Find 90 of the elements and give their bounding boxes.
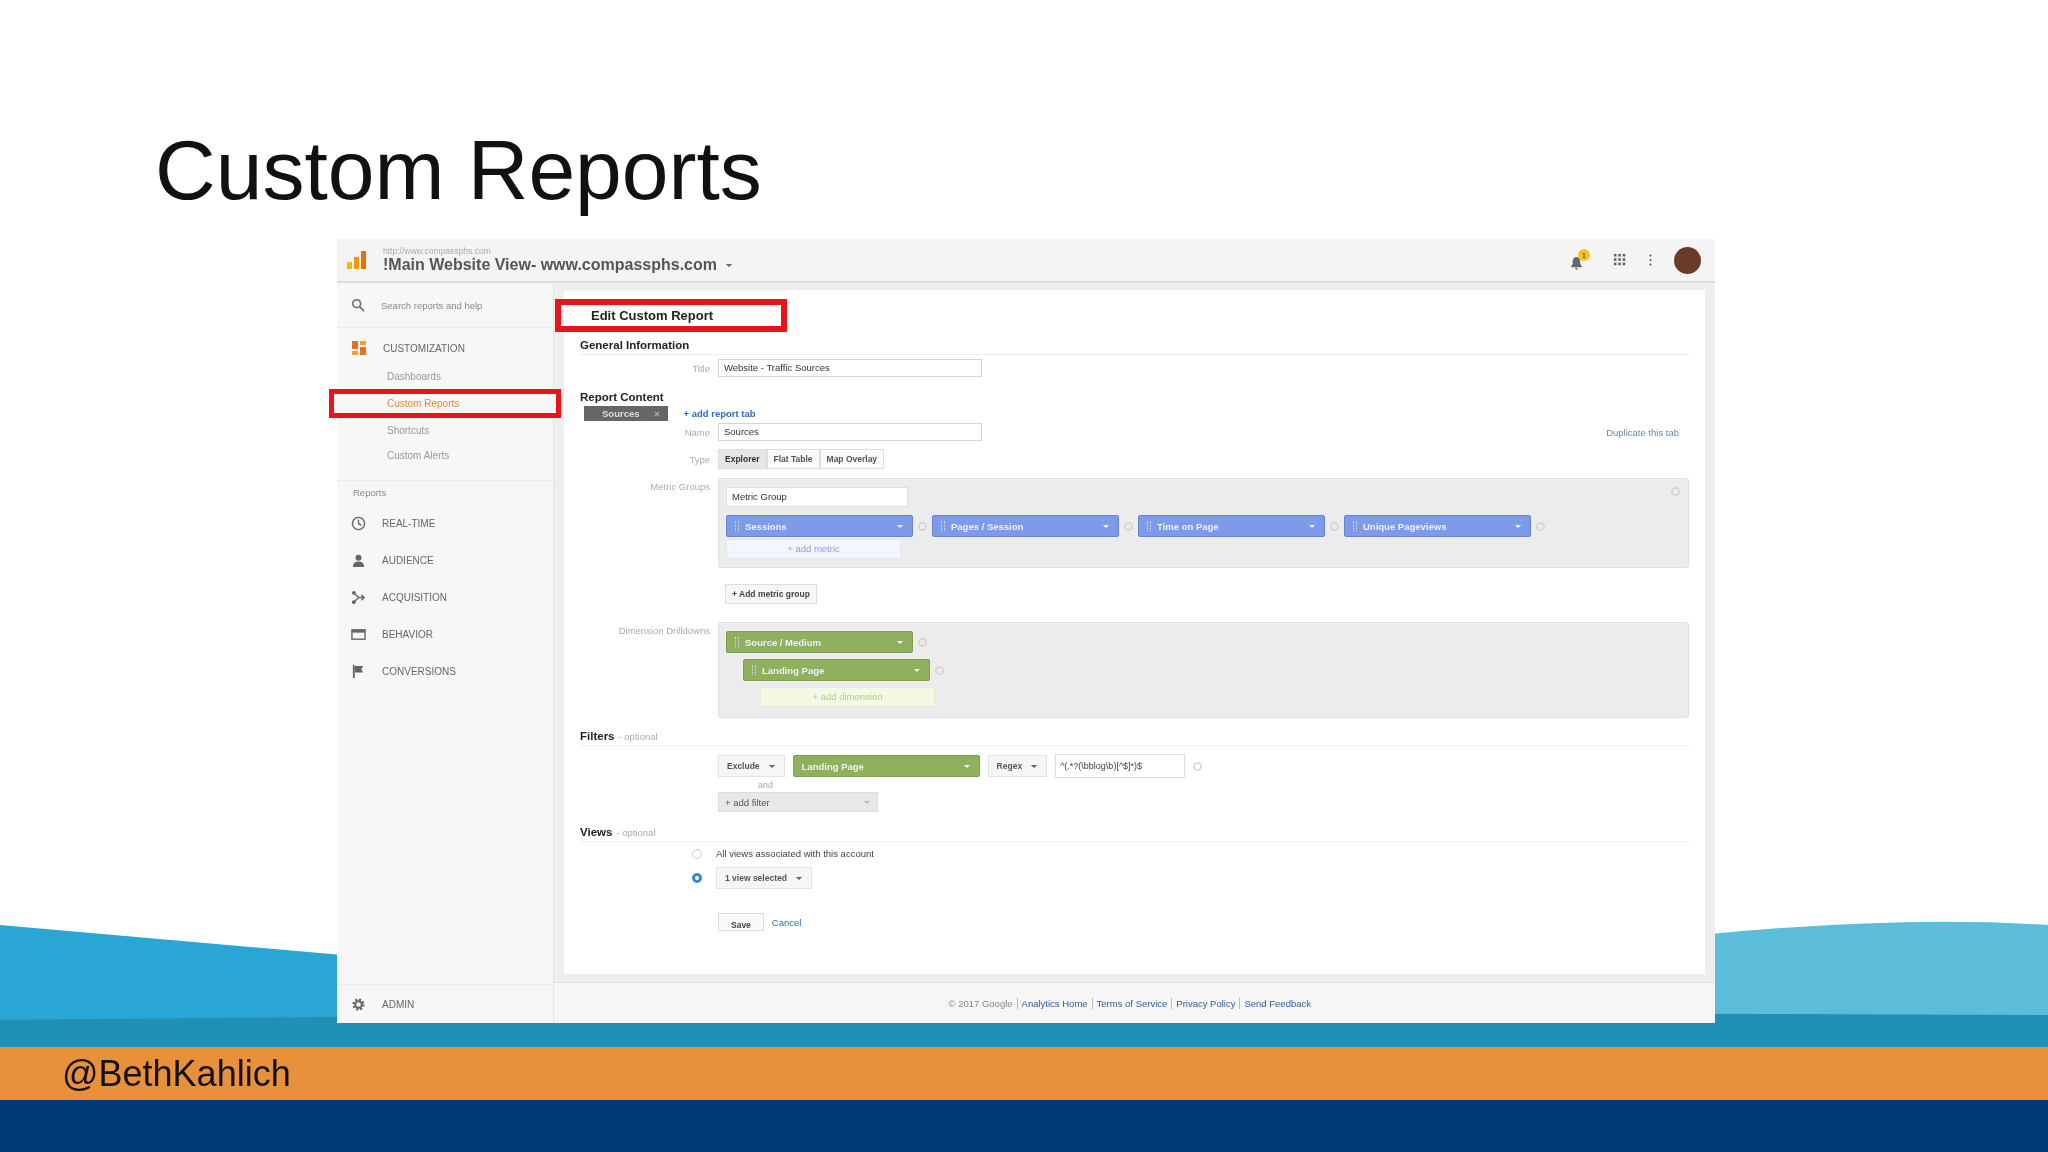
duplicate-tab-link[interactable]: Duplicate this tab	[1606, 426, 1679, 438]
footer-link[interactable]: Privacy Policy	[1171, 997, 1240, 1009]
type-tab[interactable]: Explorer	[718, 449, 767, 469]
caret-icon	[767, 763, 776, 769]
section-heading: Filters	[580, 730, 615, 742]
report-tab[interactable]: Sources	[584, 406, 668, 421]
browser-window-icon	[351, 627, 366, 642]
section-heading: Views	[580, 826, 613, 838]
caret-icon	[725, 262, 733, 268]
reports-heading: Reports	[337, 480, 553, 505]
optional-hint: - optional	[618, 731, 658, 742]
gear-icon	[351, 996, 366, 1012]
section-heading: Report Content	[580, 391, 665, 403]
nav-label: CONVERSIONS	[382, 666, 456, 677]
nav-item[interactable]: AUDIENCE	[337, 542, 553, 579]
person-icon	[351, 553, 366, 568]
filter-joiner: and	[758, 780, 775, 790]
metric-group-field[interactable]: Metric Group	[726, 487, 908, 507]
nav-label: ACQUISITION	[382, 592, 447, 603]
footer-link[interactable]: Analytics Home	[1016, 997, 1092, 1009]
cancel-link[interactable]: Cancel	[771, 916, 802, 928]
match-type-dropdown[interactable]: Regex	[987, 755, 1048, 777]
type-tab[interactable]: Flat Table	[766, 449, 820, 469]
title-field[interactable]: Website - Traffic Sources	[718, 359, 982, 377]
caret-icon	[1514, 523, 1522, 529]
bar-chart-logo-icon	[345, 250, 369, 270]
notification-badge: 1	[1578, 249, 1590, 261]
nav-item[interactable]: CONVERSIONS	[337, 653, 553, 690]
admin-item[interactable]: ADMIN	[337, 984, 553, 1023]
field-label: Name	[683, 426, 710, 438]
clock-icon	[351, 516, 366, 531]
search-icon	[351, 298, 365, 312]
name-field[interactable]: Sources	[718, 423, 982, 441]
section-label: CUSTOMIZATION	[383, 342, 465, 354]
account-url: http://www.compassphs.com	[383, 246, 492, 256]
field-label: Metric Groups	[649, 481, 710, 492]
search-field[interactable]: Search reports and help	[337, 283, 553, 328]
remove-icon	[918, 637, 927, 647]
field-label: Dimension Drilldowns	[617, 625, 710, 636]
dashboard-grid-icon	[351, 340, 367, 356]
page-title: Edit Custom Report	[555, 299, 787, 332]
field-label: Type	[688, 453, 710, 465]
caret-icon	[1102, 523, 1110, 529]
footer-link[interactable]: Send Feedback	[1239, 997, 1315, 1009]
search-placeholder: Search reports and help	[381, 299, 483, 311]
view-dropdown[interactable]: 1 view selected	[716, 867, 812, 889]
remove-icon	[918, 521, 927, 531]
notifications-button[interactable]: 1	[1569, 249, 1591, 271]
nav-item[interactable]: ACQUISITION	[337, 579, 553, 616]
remove-icon	[1536, 521, 1545, 531]
more-menu-icon	[1649, 253, 1652, 267]
nav-item[interactable]: REAL-TIME	[337, 505, 553, 542]
avatar[interactable]	[1674, 246, 1701, 274]
remove-icon	[1330, 521, 1339, 531]
flag-icon	[351, 664, 366, 679]
radio-button[interactable]	[692, 848, 702, 859]
nav-item[interactable]: BEHAVIOR	[337, 616, 553, 653]
optional-hint: - optional	[616, 827, 656, 838]
nav-label: BEHAVIOR	[382, 629, 433, 640]
add-report-tab-link[interactable]: + add report tab	[683, 408, 756, 419]
bell-icon	[1569, 256, 1584, 271]
filter-value-field[interactable]: ^(.*?(\bblog\b)[^$]*)$	[1055, 754, 1186, 778]
remove-icon	[1124, 521, 1133, 531]
section-heading: General Information	[580, 339, 691, 351]
author-handle: @BethKahlich	[62, 1052, 291, 1095]
caret-icon	[896, 639, 904, 645]
type-tab[interactable]: Map Overlay	[819, 449, 885, 469]
nav-label: ADMIN	[382, 998, 415, 1010]
remove-icon	[935, 665, 944, 675]
caret-icon	[1030, 763, 1039, 769]
copyright: © 2017 Google	[948, 997, 1014, 1009]
radio-label: All views associated with this account	[716, 848, 874, 859]
apps-grid-icon	[1613, 253, 1627, 267]
caret-icon	[1308, 523, 1316, 529]
filter-mode-dropdown[interactable]: Exclude	[718, 755, 785, 777]
caret-icon	[962, 763, 971, 769]
caret-icon	[896, 523, 904, 529]
add-metric-group-button[interactable]: + Add metric group	[725, 584, 817, 604]
remove-icon	[1193, 761, 1203, 771]
caret-icon	[794, 875, 803, 881]
footer-link[interactable]: Terms of Service	[1091, 997, 1172, 1009]
caret-icon	[863, 799, 871, 805]
field-label: Title	[691, 362, 710, 374]
caret-icon	[913, 667, 921, 673]
nav-label: AUDIENCE	[382, 555, 434, 566]
nav-label: REAL-TIME	[382, 518, 436, 529]
save-button[interactable]: Save	[718, 913, 764, 931]
add-filter-dropdown[interactable]: + add filter	[718, 792, 878, 812]
radio-button[interactable]	[692, 873, 702, 883]
branch-icon	[351, 590, 366, 605]
